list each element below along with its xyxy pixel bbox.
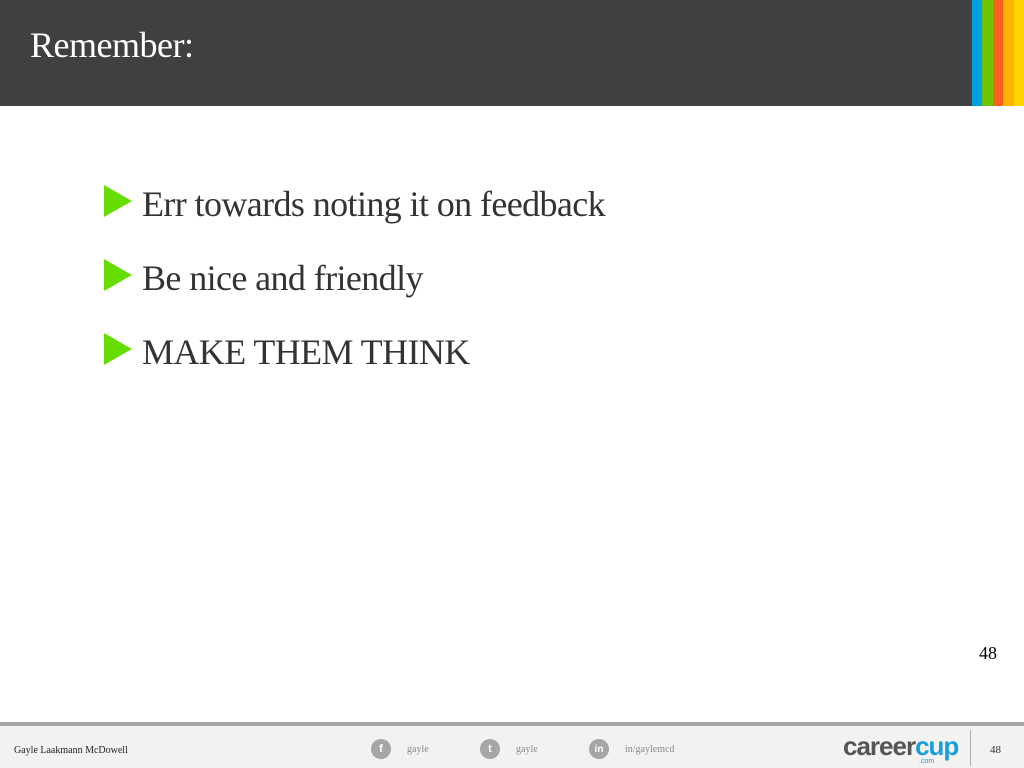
twitter-link[interactable]: t gayle [480,739,538,759]
linkedin-handle: in/gaylemcd [625,743,675,755]
twitter-icon: t [480,739,500,759]
bullet-item: Err towards noting it on feedback [104,180,606,254]
logo-text-cup: cup [915,731,959,761]
bullet-text: Be nice and friendly [142,258,423,298]
linkedin-icon: in [589,739,609,759]
play-arrow-icon [104,185,132,217]
play-arrow-icon [104,259,132,291]
bullet-text: MAKE THEM THINK [142,332,470,372]
bullet-list: Err towards noting it on feedback Be nic… [104,180,606,402]
accent-stripe [982,0,993,106]
facebook-icon: f [371,739,391,759]
logo-text-career: career [843,731,916,761]
logo-text-com: .com [919,758,935,765]
careercup-logo: careercup .com [843,731,959,765]
author-name: Gayle Laakmann McDowell [14,745,128,756]
slide: Remember: Err towards noting it on feedb… [0,0,1024,768]
facebook-handle: gayle [407,743,429,755]
twitter-handle: gayle [516,743,538,755]
accent-stripe [1013,0,1024,106]
play-arrow-icon [104,333,132,365]
footer-page-number: 48 [990,744,1001,756]
slide-number: 48 [979,643,997,663]
bullet-item: MAKE THEM THINK [104,328,605,402]
footer: Gayle Laakmann McDowell f gayle t gayle … [0,722,1024,768]
slide-title: Remember: [30,25,194,65]
linkedin-link[interactable]: in in/gaylemcd [589,739,674,759]
facebook-link[interactable]: f gayle [371,739,429,759]
accent-stripe [1003,0,1014,106]
accent-stripe [971,0,982,106]
bullet-item: Be nice and friendly [104,254,605,328]
bullet-text: Err towards noting it on feedback [142,184,606,224]
footer-divider [970,730,971,766]
accent-stripe [992,0,1003,106]
accent-stripes [971,0,1024,106]
title-bar: Remember: [0,0,1024,106]
